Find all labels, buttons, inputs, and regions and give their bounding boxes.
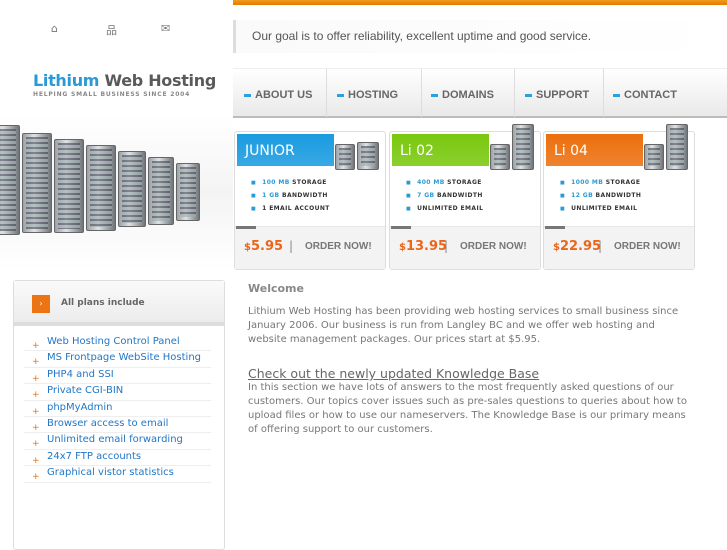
feature-link[interactable]: Web Hosting Control Panel	[24, 335, 211, 353]
home-icon[interactable]: ⌂	[51, 22, 58, 35]
plan-name: Li 04	[546, 134, 643, 166]
tagline: Our goal is to offer reliability, excell…	[252, 29, 592, 43]
nav-hosting[interactable]: HOSTING	[327, 69, 422, 117]
intro-text: Lithium Web Hosting has been providing w…	[248, 306, 679, 345]
welcome-heading: Welcome	[248, 282, 304, 295]
feature-link[interactable]: phpMyAdmin	[24, 401, 211, 419]
plan-feature: 100 MB STORAGE	[251, 179, 330, 192]
main-content: Welcome Lithium Web Hosting has been pro…	[248, 280, 688, 437]
nav-about-us[interactable]: ABOUT US	[233, 69, 327, 117]
tagline-box: Our goal is to offer reliability, excell…	[233, 20, 727, 53]
nav-support[interactable]: SUPPORT	[515, 69, 604, 117]
plan-name: JUNIOR	[237, 134, 334, 166]
plan-feature: UNLIMITED EMAIL	[406, 205, 483, 218]
plan-card: Li 04 1000 MB STORAGE12 GB BANDWIDTHUNLI…	[543, 124, 695, 270]
server-image	[644, 124, 690, 170]
sitemap-icon[interactable]: 品	[106, 22, 117, 38]
main-nav: ABOUT US HOSTING DOMAINS SUPPORT CONTACT	[233, 68, 727, 118]
feature-link[interactable]: PHP4 and SSI	[24, 368, 211, 386]
nav-contact[interactable]: CONTACT	[604, 69, 727, 117]
plan-feature: 1000 MB STORAGE	[560, 179, 641, 192]
feature-link[interactable]: Unlimited email forwarding	[24, 433, 211, 452]
plan-price: $5.95	[244, 239, 284, 254]
order-now-button[interactable]: ORDER NOW!	[614, 241, 681, 252]
plan-feature: 1 GB BANDWIDTH	[251, 192, 330, 205]
plan-card: Li 02 400 MB STORAGE7 GB BANDWIDTHUNLIMI…	[389, 124, 541, 270]
feature-link[interactable]: MS Frontpage WebSite Hosting	[24, 351, 211, 370]
order-now-button[interactable]: ORDER NOW!	[305, 241, 372, 252]
top-accent-bar	[233, 0, 727, 5]
server-image	[490, 124, 536, 170]
plan-card: JUNIOR 100 MB STORAGE1 GB BANDWIDTH1 EMA…	[234, 131, 386, 270]
feature-link[interactable]: Graphical vistor statistics	[24, 466, 211, 485]
mail-icon[interactable]: ✉	[161, 22, 170, 35]
feature-link[interactable]: Private CGI-BIN	[24, 384, 211, 403]
plan-feature: 1 EMAIL ACCOUNT	[251, 205, 330, 218]
server-rack-image	[0, 115, 233, 270]
plan-feature: UNLIMITED EMAIL	[560, 205, 641, 218]
nav-domains[interactable]: DOMAINS	[422, 69, 515, 117]
arrow-icon: ›	[32, 295, 50, 313]
feature-link[interactable]: 24x7 FTP accounts	[24, 450, 211, 468]
panel-title: All plans include	[61, 298, 145, 308]
knowledge-base-link[interactable]: Check out the newly updated Knowledge Ba…	[248, 366, 688, 381]
server-image	[335, 136, 381, 170]
plan-feature: 7 GB BANDWIDTH	[406, 192, 483, 205]
plan-feature: 12 GB BANDWIDTH	[560, 192, 641, 205]
slogan: HELPING SMALL BUSINESS SINCE 2004	[33, 91, 191, 98]
logo[interactable]: Lithium Web Hosting	[33, 71, 216, 90]
kb-text: In this section we have lots of answers …	[248, 382, 687, 435]
plans-include-panel: › All plans include Web Hosting Control P…	[13, 280, 225, 550]
feature-link[interactable]: Browser access to email	[24, 417, 211, 435]
plan-feature: 400 MB STORAGE	[406, 179, 483, 192]
plan-name: Li 02	[392, 134, 489, 166]
plan-price: $13.95	[399, 239, 448, 254]
plan-price: $22.95	[553, 239, 602, 254]
order-now-button[interactable]: ORDER NOW!	[460, 241, 527, 252]
